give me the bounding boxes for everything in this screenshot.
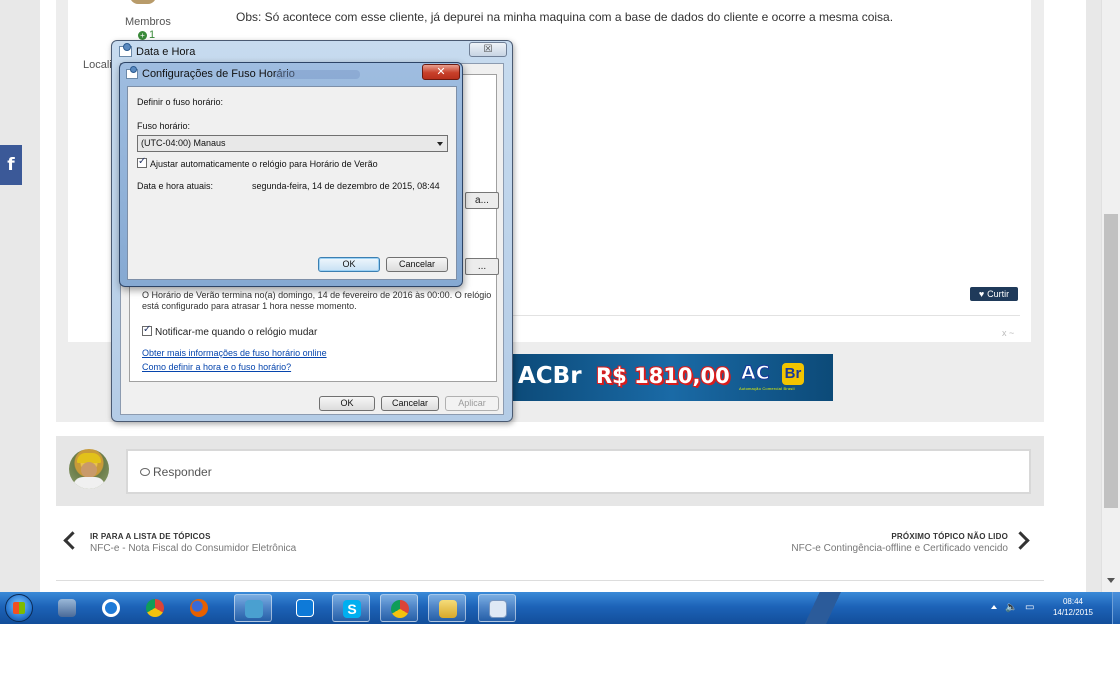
clock-date: 14/12/2015 — [1052, 608, 1094, 617]
current-datetime-label: Data e hora atuais: — [137, 181, 214, 191]
logo-left: AC — [741, 362, 771, 385]
nav-prev-subtitle: NFC-e - Nota Fiscal do Consumidor Eletrô… — [90, 543, 297, 554]
timezone-select[interactable]: (UTC-04:00) Manaus — [137, 135, 448, 152]
dst-info-text: O Horário de Verão termina no(a) domingo… — [142, 290, 492, 311]
change-timezone-button[interactable]: a... — [465, 192, 499, 209]
network-icon[interactable]: ▭ — [1025, 602, 1034, 613]
taskbar-chrome-button[interactable] — [136, 594, 174, 622]
ad-price: R$ 1810,00 — [596, 364, 730, 388]
auto-dst-checkbox[interactable]: Ajustar automaticamente o relógio para H… — [137, 156, 378, 169]
blurred-title-region — [275, 70, 360, 79]
date-time-ok-button[interactable]: OK — [319, 396, 375, 411]
checkbox-checked-icon[interactable] — [137, 156, 147, 168]
like-button[interactable]: ♥ Curtir — [970, 287, 1018, 301]
timezone-dialog-title: Configurações de Fuso Horário — [142, 68, 295, 80]
reply-input[interactable]: Responder — [126, 449, 1031, 494]
scroll-down-arrow-icon[interactable] — [1107, 578, 1115, 583]
show-desktop-button[interactable] — [1112, 592, 1120, 624]
timezone-label: Fuso horário: — [137, 121, 191, 131]
tray-expand-icon[interactable] — [991, 605, 997, 609]
timezone-info-link[interactable]: Obter mais informações de fuso horário o… — [142, 348, 327, 358]
post-body-text: Obs: Só acontece com esse cliente, já de… — [236, 10, 894, 24]
internet-explorer-icon — [102, 599, 120, 617]
system-tray: 🔈 ▭ 08:44 14/12/2015 — [985, 592, 1120, 624]
page-scrollbar[interactable] — [1101, 0, 1120, 592]
facebook-share-button[interactable]: f — [0, 145, 22, 185]
reply-placeholder: Responder — [140, 465, 212, 479]
nav-prev-topic-list[interactable]: IR PARA A LISTA DE TÓPICOS NFC-e - Nota … — [90, 532, 296, 554]
checkbox-checked-icon[interactable] — [142, 324, 152, 336]
chrome-icon — [391, 600, 409, 618]
taskbar: S 🔈 ▭ 08:44 14/12/2015 — [0, 592, 1120, 624]
facebook-icon: f — [7, 155, 15, 175]
taskbar-computer-button[interactable] — [48, 594, 86, 622]
timezone-cancel-button[interactable]: Cancelar — [386, 257, 448, 272]
firefox-icon — [190, 599, 208, 617]
taskbar-explorer-button[interactable] — [428, 594, 466, 622]
computer-icon — [58, 599, 76, 617]
clock-calendar-icon — [126, 66, 138, 79]
clock-calendar-icon — [119, 43, 132, 57]
logo-right: Br — [782, 363, 804, 385]
plus-icon: + — [138, 30, 147, 40]
timezone-dialog-body: Definir o fuso horário: Fuso horário: (U… — [127, 86, 457, 280]
bottom-divider — [56, 580, 1044, 581]
taskbar-ie-button[interactable] — [92, 594, 130, 622]
notify-checkbox[interactable]: Notificar-me quando o relógio mudar — [142, 324, 317, 338]
start-button[interactable] — [5, 594, 33, 622]
taskbar-clock[interactable]: 08:44 14/12/2015 — [1049, 596, 1097, 618]
change-settings-button[interactable]: ... — [465, 258, 499, 275]
speech-bubble-icon — [140, 467, 150, 476]
ad-banner[interactable]: ACBr R$ 1810,00 AC Br Automação Comercia… — [510, 354, 833, 401]
acbr-logo: AC Br Automação Comercial Brasil — [735, 362, 805, 392]
date-time-apply-button[interactable]: Aplicar — [445, 396, 499, 411]
logo-subtitle: Automação Comercial Brasil — [739, 386, 795, 391]
ad-brand: ACBr — [518, 363, 582, 389]
taskbar-datetime-button[interactable] — [478, 594, 516, 622]
nav-next-unread-topic[interactable]: PRÓXIMO TÓPICO NÃO LIDO NFC-e Contingênc… — [791, 532, 1008, 554]
clock-calendar-icon — [489, 600, 507, 618]
taskbar-firefox-button[interactable] — [180, 594, 218, 622]
nav-prev-title: IR PARA A LISTA DE TÓPICOS — [90, 532, 211, 541]
taskbar-teamviewer-button[interactable] — [286, 594, 324, 622]
taskbar-app-button[interactable] — [234, 594, 272, 622]
app-icon — [245, 600, 263, 618]
nav-next-title: PRÓXIMO TÓPICO NÃO LIDO — [891, 532, 1008, 541]
timezone-heading: Definir o fuso horário: — [137, 97, 224, 107]
how-to-set-time-link[interactable]: Como definir a hora e o fuso horário? — [142, 362, 291, 372]
current-datetime-value: segunda-feira, 14 de dezembro de 2015, 0… — [252, 181, 440, 191]
chevron-down-icon — [437, 142, 443, 146]
date-time-cancel-button[interactable]: Cancelar — [381, 396, 439, 411]
volume-icon[interactable]: 🔈 — [1005, 602, 1017, 613]
nav-next-subtitle: NFC-e Contingência-offline e Certificado… — [791, 543, 1008, 554]
skype-icon: S — [343, 600, 361, 618]
folder-icon — [439, 600, 457, 618]
teamviewer-icon — [296, 599, 314, 617]
post-options[interactable]: x ~ — [1002, 328, 1014, 338]
taskbar-skype-button[interactable]: S — [332, 594, 370, 622]
taskbar-chrome-2-button[interactable] — [380, 594, 418, 622]
scrollbar-thumb[interactable] — [1104, 214, 1118, 508]
timezone-settings-dialog: Configurações de Fuso Horário ✕ Definir … — [119, 62, 463, 287]
timezone-ok-button[interactable]: OK — [318, 257, 380, 272]
author-role: Membros — [125, 16, 171, 28]
chrome-icon — [146, 599, 164, 617]
reply-user-avatar — [69, 449, 109, 489]
date-time-close-button[interactable]: ☒ — [469, 42, 507, 57]
timezone-close-button[interactable]: ✕ — [422, 64, 460, 80]
date-time-dialog-title: Data e Hora — [136, 46, 196, 58]
clock-time: 08:44 — [1062, 597, 1084, 606]
heart-icon: ♥ — [978, 289, 985, 299]
